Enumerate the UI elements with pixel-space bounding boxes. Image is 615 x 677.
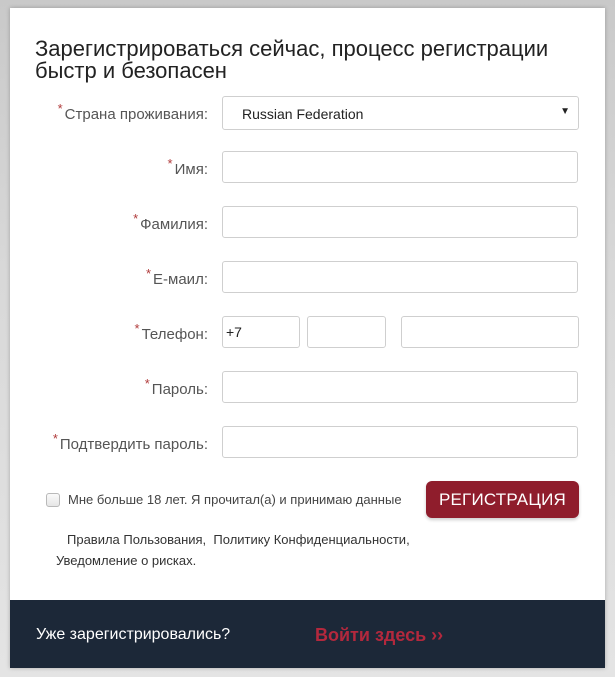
- consent-links: Правила Пользования, Политику Конфиденци…: [67, 532, 410, 547]
- required-marker: *: [52, 431, 58, 446]
- confirm-password-input[interactable]: [222, 426, 578, 458]
- last-name-row: * Фамилия:: [10, 206, 605, 240]
- already-registered-text: Уже зарегистрировались?: [36, 626, 231, 643]
- login-link[interactable]: Войти здесь ››: [315, 625, 443, 646]
- consent-text: Мне больше 18 лет. Я прочитал(а) и прини…: [68, 492, 402, 507]
- required-marker: *: [167, 156, 173, 171]
- password-label-text: Пароль:: [151, 381, 208, 398]
- password-label: * Пароль:: [145, 376, 208, 398]
- required-marker: *: [145, 266, 152, 281]
- privacy-link[interactable]: Политику Конфиденциальности,: [213, 532, 409, 547]
- terms-link[interactable]: Правила Пользования,: [67, 532, 206, 547]
- required-marker: *: [57, 101, 63, 116]
- phone-area-code-input[interactable]: [307, 316, 386, 348]
- required-marker: *: [134, 321, 140, 336]
- first-name-row: * Имя:: [10, 151, 605, 185]
- country-select[interactable]: Russian Federation ▼: [222, 96, 579, 130]
- confirm-password-label-text: Подтвердить пароль:: [59, 436, 208, 453]
- country-row: * Страна проживания: Russian Federation ▼: [10, 96, 605, 130]
- country-select-value: Russian Federation: [242, 106, 364, 122]
- confirm-password-label: * Подтвердить пароль:: [53, 431, 208, 453]
- last-name-label: * Фамилия:: [133, 211, 208, 233]
- last-name-input[interactable]: [222, 206, 578, 238]
- form-title: Зарегистрироваться сейчас, процесс регис…: [35, 36, 549, 83]
- password-row: * Пароль:: [10, 371, 605, 405]
- confirm-password-row: * Подтвердить пароль:: [10, 426, 605, 460]
- login-footer: Уже зарегистрировались? Войти здесь ››: [10, 600, 605, 668]
- email-row: * Е-маил:: [10, 261, 605, 295]
- phone-number-input[interactable]: [401, 316, 579, 348]
- risk-disclosure-link[interactable]: Уведомление о рисках.: [56, 553, 196, 568]
- password-input[interactable]: [222, 371, 578, 403]
- required-marker: *: [133, 211, 139, 226]
- last-name-label-text: Фамилия:: [140, 216, 208, 233]
- phone-label: * Телефон:: [135, 321, 208, 343]
- country-label-text: Страна проживания:: [64, 106, 208, 123]
- risk-links: Уведомление о рисках.: [56, 553, 196, 568]
- email-input[interactable]: [222, 261, 578, 293]
- age-consent-checkbox[interactable]: [46, 493, 60, 507]
- country-label: * Страна проживания:: [58, 101, 208, 123]
- first-name-label: * Имя:: [168, 156, 208, 178]
- first-name-input[interactable]: [222, 151, 578, 183]
- registration-card: Зарегистрироваться сейчас, процесс регис…: [10, 8, 605, 668]
- first-name-label-text: Имя:: [174, 161, 208, 178]
- phone-country-code-input[interactable]: [222, 316, 300, 348]
- email-label-text: Е-маил:: [153, 271, 208, 288]
- caret-down-icon: ▼: [560, 106, 570, 117]
- email-label: * Е-маил:: [146, 266, 208, 288]
- required-marker: *: [144, 376, 150, 391]
- phone-label-text: Телефон:: [141, 326, 208, 343]
- register-button[interactable]: РЕГИСТРАЦИЯ: [426, 481, 579, 518]
- phone-row: * Телефон:: [10, 316, 605, 350]
